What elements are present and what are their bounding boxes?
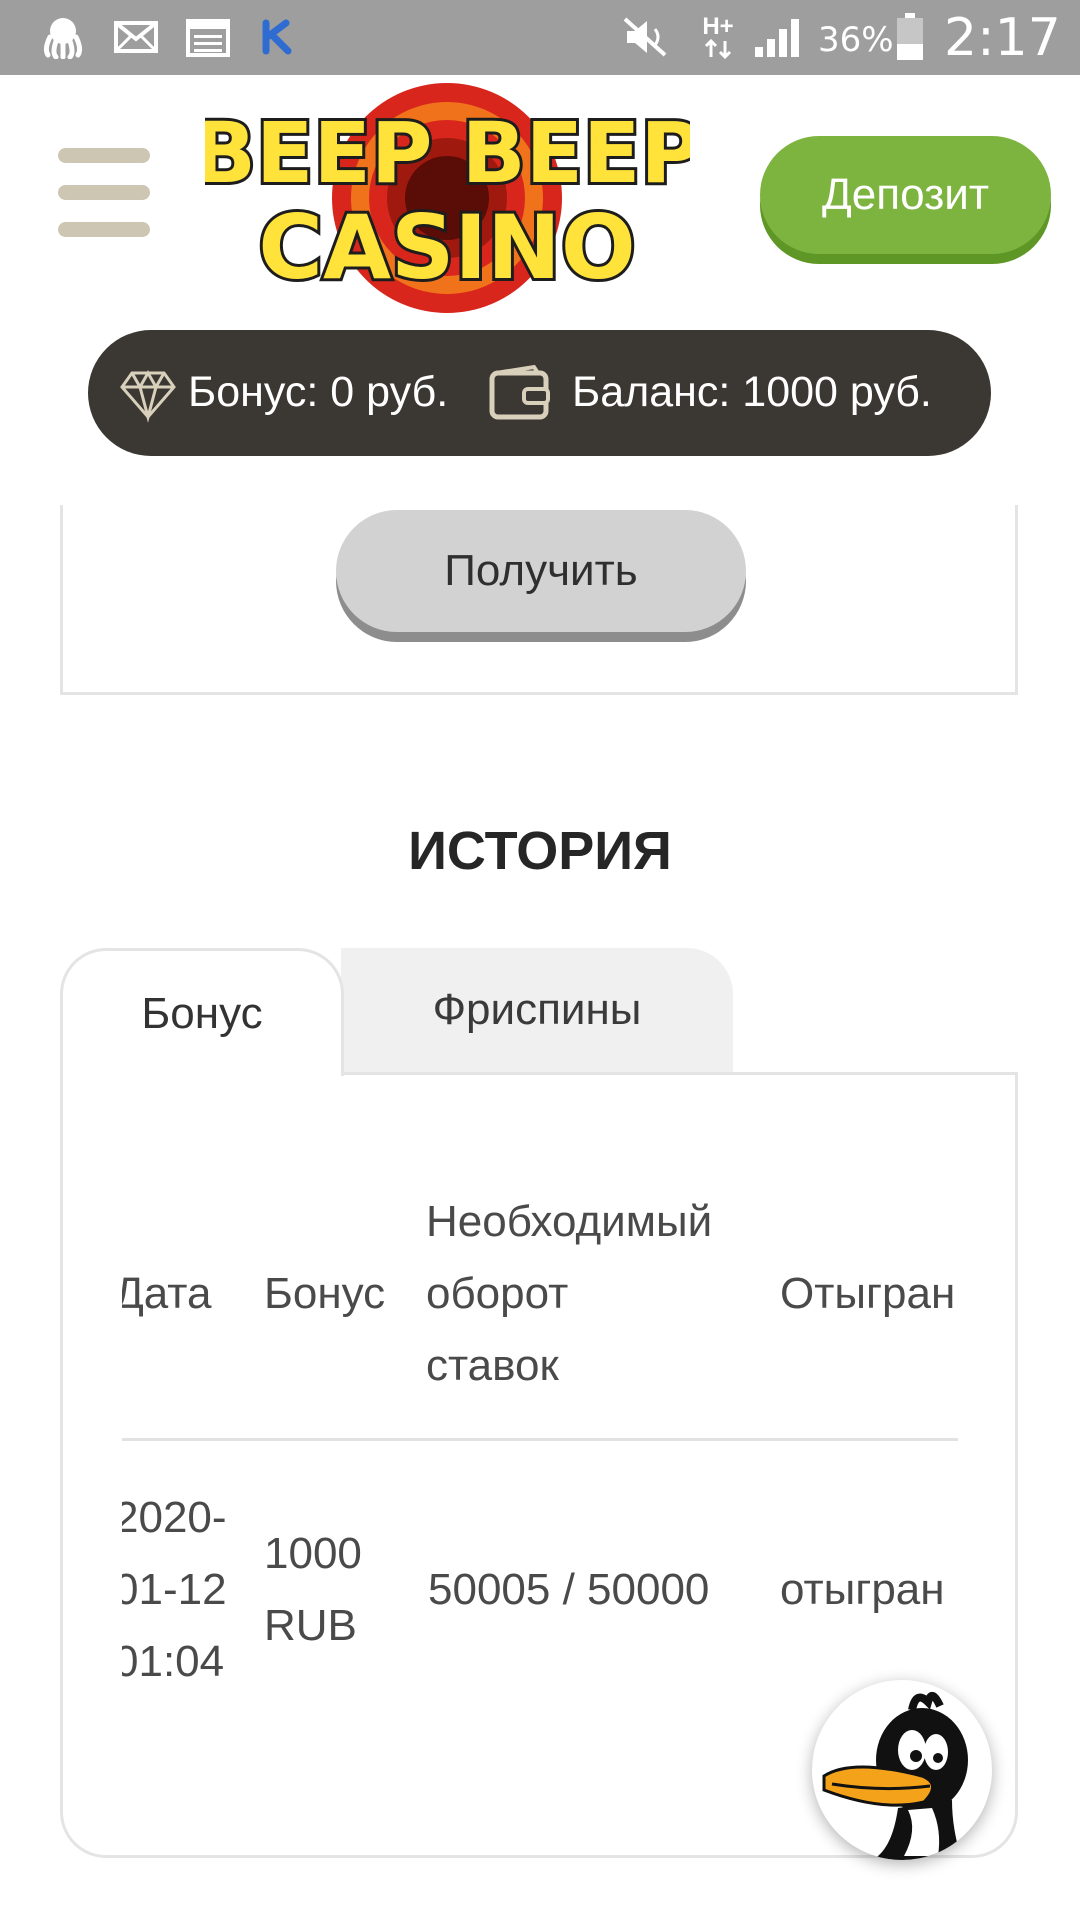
casino-logo[interactable]: BEEP BEEP CASINO — [189, 82, 705, 314]
row-status: отыгран — [780, 1565, 945, 1614]
deposit-button[interactable]: Депозит — [760, 136, 1051, 254]
column-header-turnover-line2: оборот — [426, 1269, 569, 1318]
diamond-icon — [120, 369, 176, 423]
wallet-icon — [489, 364, 550, 420]
column-header-bonus: Бонус — [264, 1269, 386, 1318]
mute-icon — [620, 14, 670, 60]
battery-icon — [894, 13, 926, 60]
get-bonus-button[interactable]: Получить — [336, 510, 746, 632]
bonus-balance: Бонус: 0 руб. — [188, 368, 449, 416]
row-date-line3: 01:04 — [122, 1637, 225, 1686]
main-balance: Баланс: 1000 руб. — [572, 368, 932, 416]
battery-percent: 36% — [818, 20, 894, 60]
status-bar: H+ 36% 2:17 — [0, 0, 1080, 75]
hamburger-menu-button[interactable] — [58, 148, 150, 238]
calendar-icon — [184, 14, 232, 60]
network-type-label: H+ — [702, 13, 734, 40]
row-date-line2: 01-12 — [122, 1565, 227, 1614]
mail-icon — [112, 14, 160, 60]
row-turnover: 50005 / 50000 — [428, 1565, 710, 1614]
table-header-divider — [122, 1438, 958, 1441]
row-bonus-amount: 1000 — [264, 1529, 362, 1578]
signal-icon — [752, 14, 804, 60]
octopus-icon — [38, 14, 88, 60]
column-header-turnover-line3: ставок — [426, 1341, 559, 1390]
history-table[interactable]: Дата Бонус Необходимый оборот ставок Оты… — [122, 1150, 958, 1710]
balance-bar: Бонус: 0 руб. Баланс: 1000 руб. — [88, 330, 991, 456]
tab-bonus[interactable]: Бонус — [60, 948, 344, 1076]
logo-line1: BEEP BEEP — [205, 104, 690, 202]
column-header-status: Отыгран — [780, 1269, 956, 1318]
tab-freespins[interactable]: Фриспины — [341, 948, 733, 1072]
column-header-turnover-line1: Необходимый — [426, 1197, 713, 1246]
network-arrows-icon: H+ — [696, 14, 740, 60]
chat-widget-button[interactable] — [812, 1680, 992, 1860]
logo-line2: CASINO — [258, 196, 635, 299]
daffy-duck-avatar-icon — [822, 1692, 968, 1860]
column-header-date: Дата — [122, 1269, 212, 1318]
vk-icon — [258, 14, 298, 60]
row-date-line1: 2020- — [122, 1493, 227, 1542]
history-title: ИСТОРИЯ — [408, 821, 672, 881]
row-bonus-currency: RUB — [264, 1601, 357, 1650]
clock: 2:17 — [944, 8, 1061, 68]
